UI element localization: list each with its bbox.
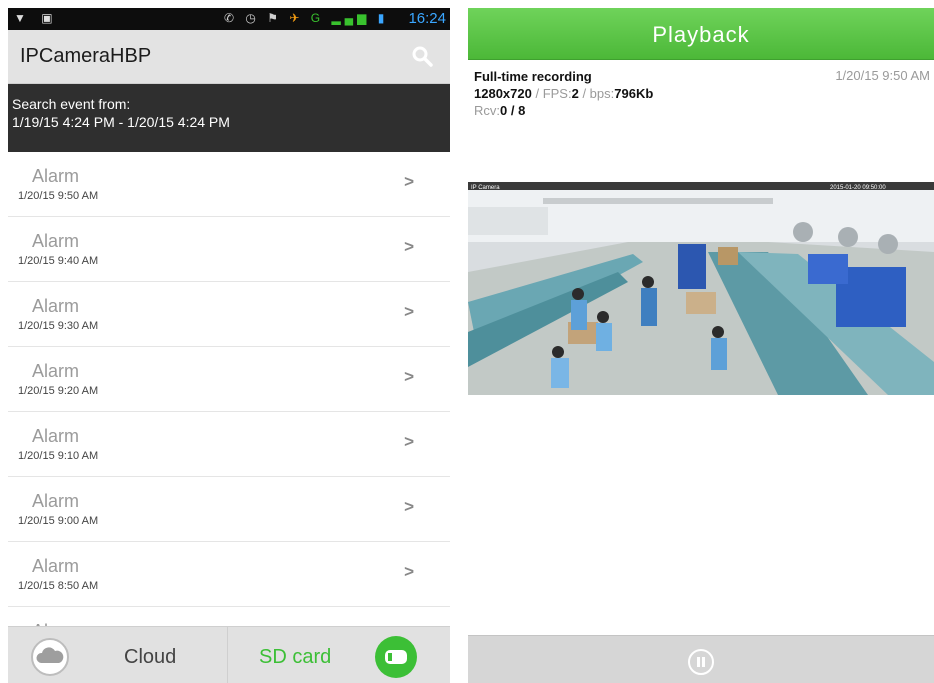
sd-card-icon: [375, 636, 417, 678]
battery-icon: ▮: [377, 11, 389, 25]
event-title: Alarm: [32, 491, 80, 511]
signal-icon: ▂▄▆: [331, 11, 371, 25]
tab-sd-card-label: SD card: [259, 646, 332, 668]
search-button[interactable]: [410, 44, 436, 70]
page-title: Playback: [652, 22, 750, 47]
tab-cloud[interactable]: Cloud: [8, 627, 228, 683]
app-title: IPCameraHBP: [20, 45, 152, 67]
bps-value: 796Kb: [614, 86, 654, 101]
search-range-value: 1/19/15 4:24 PM - 1/20/15 4:24 PM: [12, 114, 230, 130]
event-time: 1/20/15 9:20 AM: [18, 385, 99, 397]
chevron-right-icon: >: [404, 172, 414, 191]
status-bar: ▼ ▣ ✆ ◷ ⚑ ✈ G ▂▄▆ ▮ 16:24: [8, 8, 450, 30]
search-range-banner[interactable]: Search event from: 1/19/15 4:24 PM - 1/2…: [8, 84, 450, 152]
system-icons: ✆ ◷ ⚑ ✈ G ▂▄▆ ▮: [224, 11, 388, 25]
chevron-right-icon: >: [404, 302, 414, 321]
notification-icons: ▼ ▣: [14, 11, 59, 25]
alarm-icon: ◷: [245, 11, 260, 25]
event-time: 1/20/15 9:10 AM: [18, 450, 99, 462]
event-time: 1/20/15 9:00 AM: [18, 515, 99, 527]
rcv-value: 0 / 8: [500, 103, 526, 118]
event-row[interactable]: Alarm 1/20/15 9:10 AM >: [8, 412, 450, 477]
video-overlay-left: IP Camera: [471, 185, 500, 191]
airplane-icon: ✈: [289, 11, 304, 25]
resolution: 1280x720: [474, 86, 532, 101]
camera-image: IP Camera 2015-01-20 09:50:00: [468, 182, 934, 395]
separator: /: [531, 86, 543, 101]
event-list[interactable]: Alarm 1/20/15 9:50 AM > Alarm 1/20/15 9:…: [8, 152, 450, 632]
rcv-label: Rcv:: [474, 103, 500, 118]
event-row[interactable]: Alarm 1/20/15 8:50 AM >: [8, 542, 450, 607]
event-list-screen: ▼ ▣ ✆ ◷ ⚑ ✈ G ▂▄▆ ▮ 16:24 IPCameraHBP Se…: [8, 8, 450, 683]
chevron-right-icon: >: [404, 562, 414, 581]
event-row[interactable]: Alarm 1/20/15 9:30 AM >: [8, 282, 450, 347]
event-title: Alarm: [32, 361, 80, 381]
chevron-right-icon: >: [404, 497, 414, 516]
bps-label: bps:: [589, 86, 615, 101]
event-time: 1/20/15 9:50 AM: [18, 190, 99, 202]
cloud-icon: [31, 638, 69, 676]
event-title: Alarm: [32, 296, 80, 316]
status-time: 16:24: [408, 10, 446, 27]
app-bar: IPCameraHBP: [8, 30, 450, 84]
chevron-right-icon: >: [404, 367, 414, 386]
video-frame[interactable]: IP Camera 2015-01-20 09:50:00: [468, 182, 934, 395]
event-title: Alarm: [32, 426, 80, 446]
source-tabs: Cloud SD card: [8, 626, 450, 683]
recording-info: Full-time recording 1280x720 / FPS:2 / b…: [474, 68, 653, 119]
chevron-right-icon: >: [404, 432, 414, 451]
event-row[interactable]: Alarm 1/20/15 9:50 AM >: [8, 152, 450, 217]
chevron-right-icon: >: [404, 237, 414, 256]
event-row[interactable]: Alarm 1/20/15 9:00 AM >: [8, 477, 450, 542]
event-time: 1/20/15 9:40 AM: [18, 255, 99, 267]
wifi-icon: ⚑: [267, 11, 282, 25]
event-title: Alarm: [32, 231, 80, 251]
recording-mode: Full-time recording: [474, 69, 592, 84]
tab-sd-card[interactable]: SD card: [229, 627, 450, 683]
event-title: Alarm: [32, 166, 80, 186]
event-row[interactable]: Alarm 1/20/15 9:40 AM >: [8, 217, 450, 282]
search-icon: [412, 46, 433, 67]
separator: /: [578, 86, 590, 101]
event-time: 1/20/15 8:50 AM: [18, 580, 99, 592]
search-range-label: Search event from:: [12, 96, 131, 112]
nfc-icon: ✆: [224, 11, 239, 25]
event-row[interactable]: Alarm 1/20/15 9:20 AM >: [8, 347, 450, 412]
fps-value: 2: [571, 86, 579, 101]
video-overlay-right: 2015-01-20 09:50:00: [830, 185, 886, 191]
fps-label: FPS:: [542, 86, 572, 101]
recording-timestamp: 1/20/15 9:50 AM: [835, 68, 930, 83]
pause-icon: [688, 649, 714, 675]
event-title: Alarm: [32, 556, 80, 576]
network-type: G: [310, 11, 325, 25]
pause-button[interactable]: [687, 648, 715, 676]
playback-screen: Playback Full-time recording 1280x720 / …: [468, 8, 934, 683]
playback-controls: [468, 635, 934, 683]
playback-header: Playback: [468, 8, 934, 60]
tab-cloud-label: Cloud: [124, 646, 177, 668]
event-time: 1/20/15 9:30 AM: [18, 320, 99, 332]
